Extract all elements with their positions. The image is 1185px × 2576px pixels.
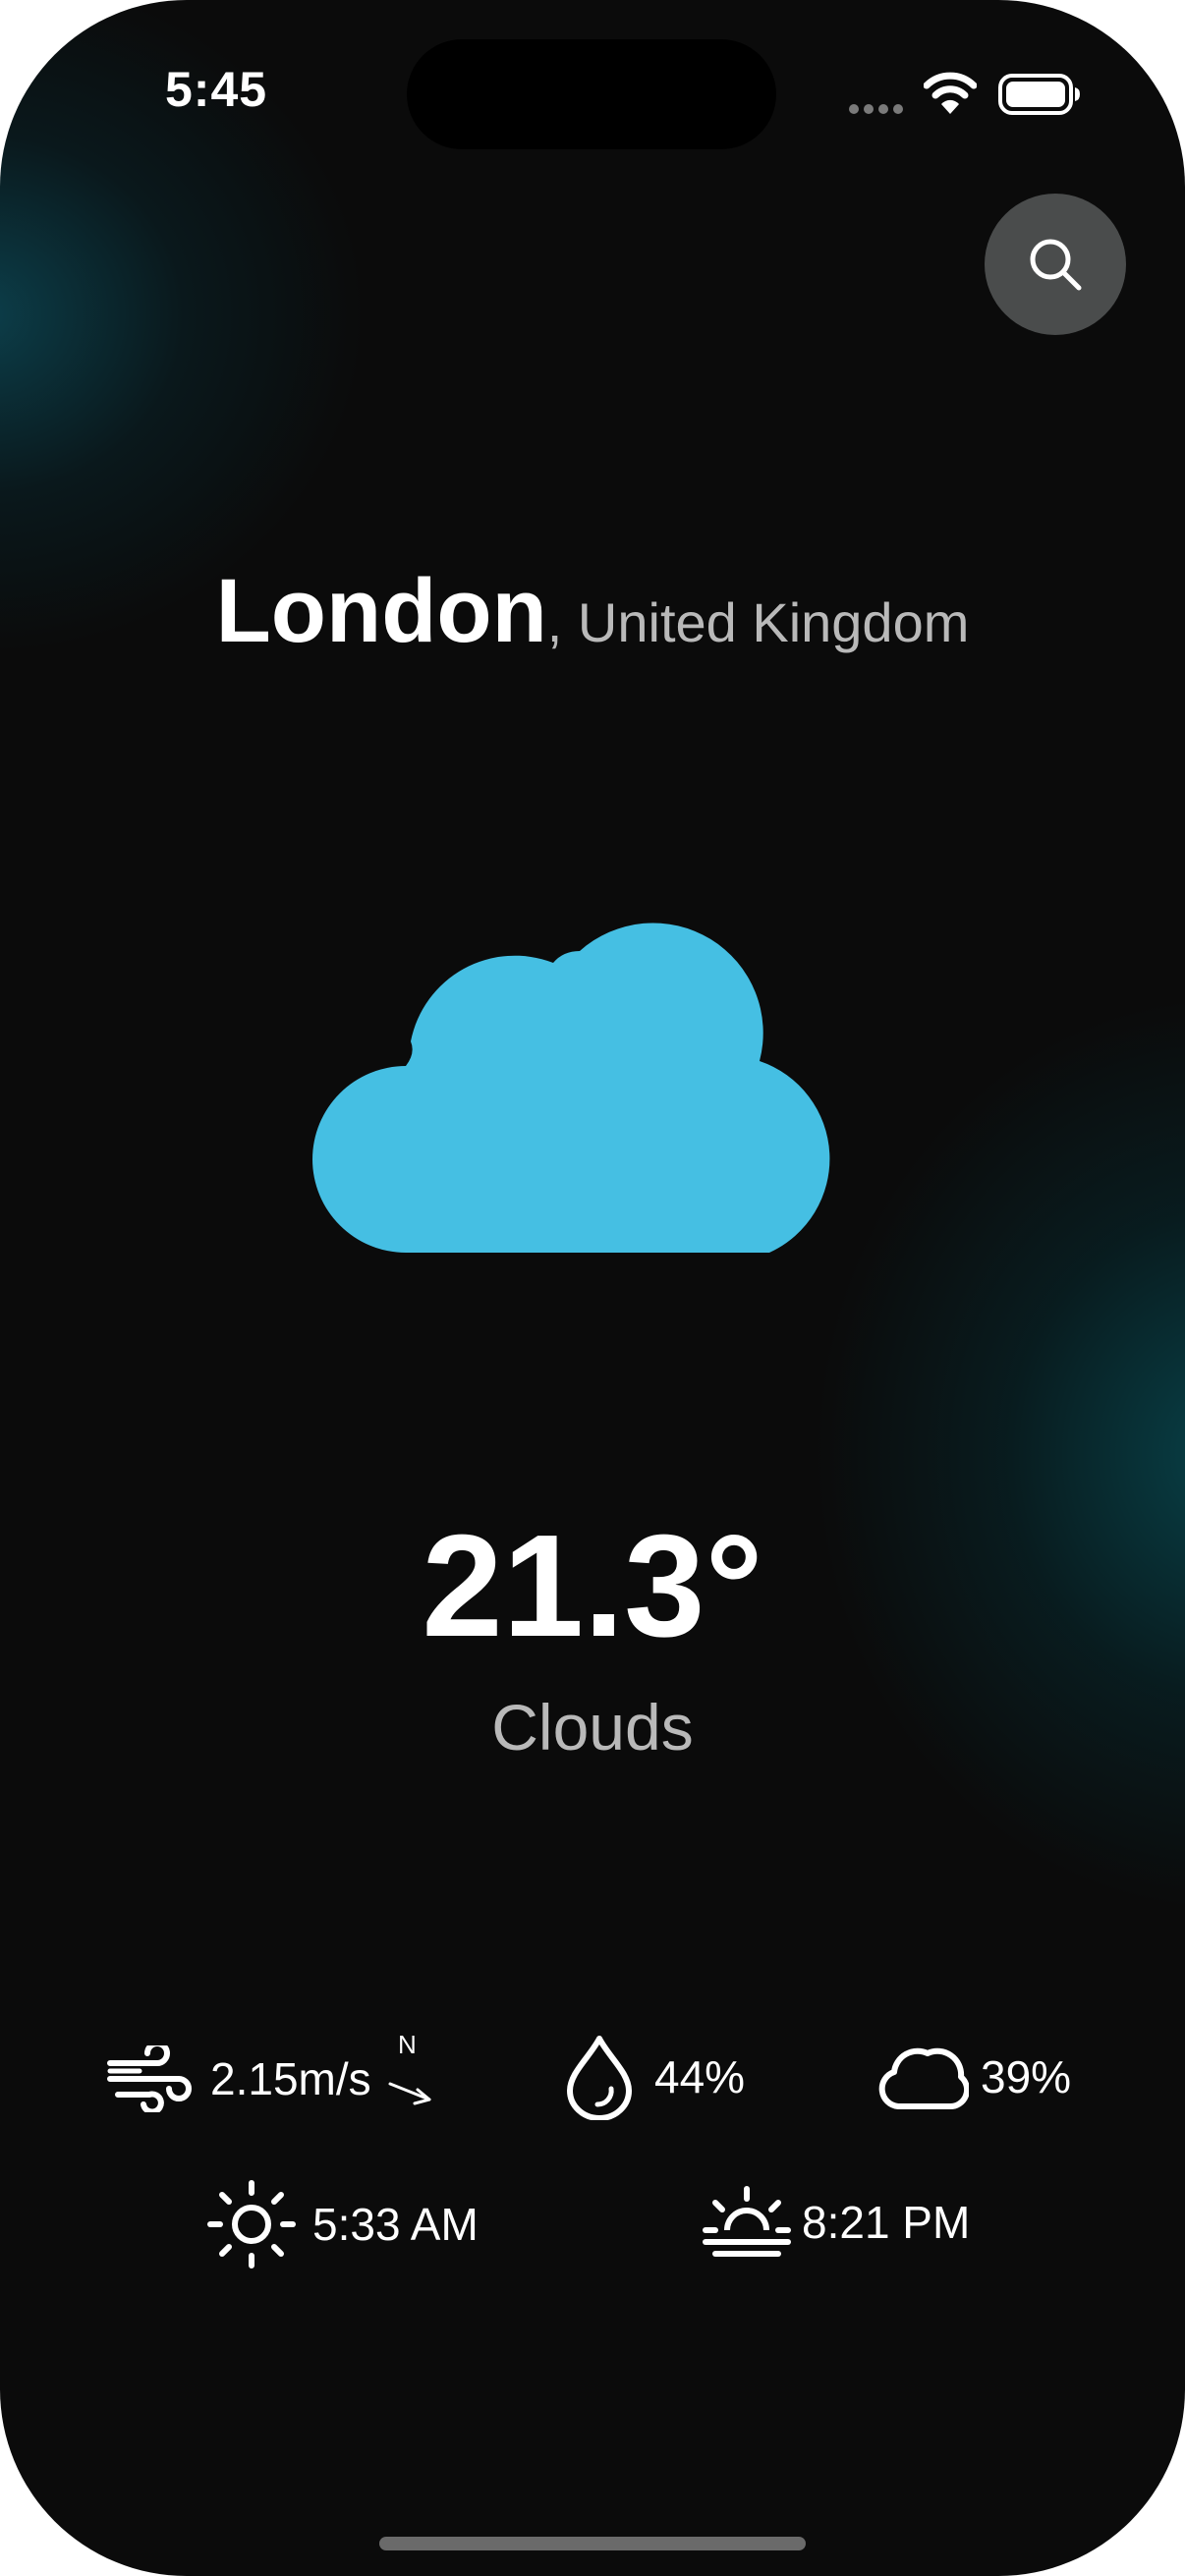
cloud-icon bbox=[312, 923, 830, 1253]
cloudiness-value: 39% bbox=[981, 2051, 1072, 2102]
country-name: United Kingdom bbox=[562, 591, 970, 653]
dynamic-island bbox=[407, 39, 776, 149]
cloudiness-stat: 39% bbox=[876, 2042, 1071, 2112]
search-icon bbox=[1030, 239, 1082, 291]
humidity-stat: 44% bbox=[564, 2034, 745, 2120]
sunset-time: 8:21 PM bbox=[802, 2197, 971, 2248]
temperature: 21.3° bbox=[422, 1505, 763, 1667]
search-button[interactable] bbox=[985, 194, 1126, 335]
city-name: London bbox=[215, 561, 547, 661]
cloud-outline-icon bbox=[878, 2047, 969, 2110]
wifi-icon bbox=[924, 72, 977, 114]
sunrise-time: 5:33 AM bbox=[312, 2199, 479, 2250]
weather-condition: Clouds bbox=[491, 1691, 694, 1764]
sunset-icon bbox=[703, 2186, 791, 2257]
sunset-stat: 8:21 PM bbox=[702, 2183, 970, 2262]
weather-screen: 5:45 London, United Kingdom 21.3° Clouds bbox=[0, 0, 1185, 2576]
sunrise-stat: 5:33 AM bbox=[206, 2179, 479, 2269]
sunrise-icon bbox=[207, 2180, 296, 2268]
cellular-signal-icon bbox=[849, 104, 903, 114]
wind-speed: 2.15m/s bbox=[210, 2053, 371, 2104]
wind-direction-arrow-icon bbox=[388, 2082, 431, 2105]
home-indicator[interactable] bbox=[379, 2537, 806, 2550]
humidity-value: 44% bbox=[654, 2051, 746, 2102]
droplet-icon bbox=[567, 2036, 632, 2120]
location-separator: , bbox=[546, 591, 563, 653]
battery-icon bbox=[998, 74, 1080, 115]
wind-stat: 2.15m/s bbox=[104, 2045, 371, 2112]
location-heading: London, United Kingdom bbox=[0, 560, 1185, 663]
wind-icon bbox=[107, 2045, 192, 2112]
status-time: 5:45 bbox=[165, 62, 268, 117]
